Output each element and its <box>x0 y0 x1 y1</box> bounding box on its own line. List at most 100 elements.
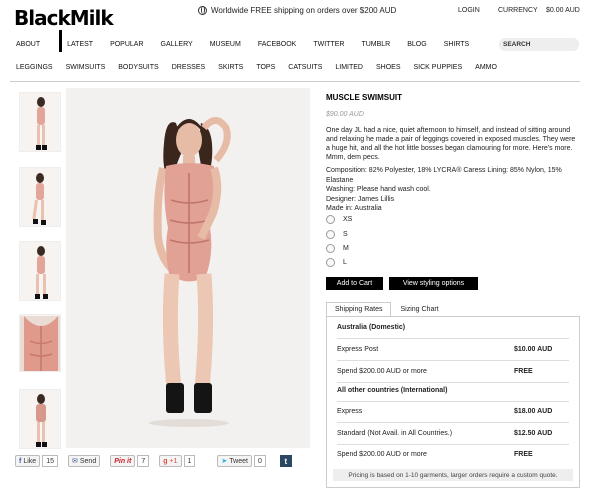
like-label: Like <box>23 457 37 465</box>
tab-sizing-chart[interactable]: Sizing Chart <box>391 302 448 316</box>
model-figure-thumb <box>36 97 47 150</box>
product-thumbnail[interactable] <box>19 92 61 152</box>
nav-skirts[interactable]: SKIRTS <box>218 64 243 71</box>
tweet-count: 0 <box>253 455 266 467</box>
shipping-value: $12.50 AUD <box>514 430 553 437</box>
designer-text: Designer: James Lillis <box>326 195 395 203</box>
model-figure-thumb <box>36 394 47 447</box>
shipping-label: Spend $200.00 AUD or more <box>337 368 427 375</box>
facebook-send-button[interactable]: ✉ Send <box>67 455 101 467</box>
shipping-rates-panel: Australia (Domestic) Express Post $10.00 … <box>326 316 580 488</box>
product-description: One day JL had a nice, quiet afternoon t… <box>326 127 576 161</box>
size-option-l[interactable]: L <box>326 258 347 267</box>
shipping-label: All other countries (International) <box>337 387 448 394</box>
currency-link[interactable]: CURRENCY <box>498 7 538 14</box>
gplus-icon: g <box>163 457 168 465</box>
social-bar: f Like 15 ✉ Send Pin it 7 g +1 1 ➤ Tweet 0 t <box>15 455 292 467</box>
model-figure-thumb <box>32 173 46 225</box>
nav-catsuits[interactable]: CATSUITS <box>288 64 322 71</box>
size-option-m[interactable]: M <box>326 244 349 253</box>
nav-sick-puppies[interactable]: SICK PUPPIES <box>414 64 463 71</box>
nav-blog[interactable]: BLOG <box>407 41 426 48</box>
header-divider <box>10 81 580 82</box>
product-title: MUSCLE SWIMSUIT <box>326 93 402 102</box>
product-thumbnail[interactable] <box>19 314 61 372</box>
pricing-note: Pricing is based on 1-10 garments, large… <box>333 469 573 481</box>
nav-tumblr[interactable]: TUMBLR <box>361 41 390 48</box>
tumblr-share-icon[interactable]: t <box>279 455 292 467</box>
cart-link[interactable]: $0.00 AUD <box>546 7 580 14</box>
google-plus-button[interactable]: g +1 <box>159 455 182 467</box>
radio-button[interactable] <box>326 244 335 253</box>
shipping-value: $18.00 AUD <box>514 408 553 415</box>
size-option-xs[interactable]: XS <box>326 215 352 224</box>
made-in-text: Made in: Australia <box>326 205 382 212</box>
shipping-text: Worldwide FREE shipping on orders over $… <box>211 6 397 15</box>
search-input[interactable]: SEARCH <box>499 38 579 51</box>
shipping-value: FREE <box>514 368 533 375</box>
nav-twitter[interactable]: TWITTER <box>313 41 344 48</box>
composition-text: Composition: 82% Polyester, 18% LYCRA® C… <box>326 167 562 184</box>
gplus-label: +1 <box>169 457 178 465</box>
gplus-count: 1 <box>183 455 196 467</box>
nav-facebook[interactable]: FACEBOOK <box>258 41 297 48</box>
product-details: Composition: 82% Polyester, 18% LYCRA® C… <box>326 166 580 214</box>
add-to-cart-button[interactable]: Add to Cart <box>326 277 383 290</box>
shipping-value: $10.00 AUD <box>514 346 553 353</box>
nav-about[interactable]: ABOUT <box>16 41 40 48</box>
shipping-label: Express <box>337 408 363 415</box>
tweet-label: Tweet <box>229 457 248 465</box>
nav-gallery[interactable]: GALLERY <box>161 41 193 48</box>
pin-count: 7 <box>137 455 150 467</box>
shipping-row: All other countries (International) <box>337 380 569 402</box>
shipping-row: Express Post $10.00 AUD <box>337 339 569 361</box>
nav-museum[interactable]: MUSEUM <box>210 41 241 48</box>
nav-ammo[interactable]: AMMO <box>475 64 497 71</box>
like-count: 15 <box>42 455 58 467</box>
pin-label: Pin it <box>114 457 132 465</box>
shipping-label: Spend $200.00 AUD or more <box>337 450 427 458</box>
nav-latest[interactable]: LATEST <box>67 41 93 48</box>
product-price: $90.00 AUD <box>326 111 364 118</box>
tab-shipping-rates[interactable]: Shipping Rates <box>326 302 392 316</box>
shipping-row: Australia (Domestic) <box>337 317 569 339</box>
pinterest-button[interactable]: Pin it <box>110 455 136 467</box>
info-tabs: Shipping Rates Sizing Chart <box>326 302 448 316</box>
main-nav: ABOUT LATEST POPULAR GALLERY MUSEUM FACE… <box>16 41 486 48</box>
product-thumbnail[interactable] <box>19 389 61 449</box>
nav-swimsuits[interactable]: SWIMSUITS <box>66 64 106 71</box>
nav-shoes[interactable]: SHOES <box>376 64 401 71</box>
radio-button[interactable] <box>326 215 335 224</box>
view-styling-button[interactable]: View styling options <box>389 277 478 290</box>
blackmilk-logo[interactable]: BlackMilk <box>14 6 114 30</box>
fabric-closeup-thumb <box>20 316 60 371</box>
nav-dresses[interactable]: DRESSES <box>172 64 205 71</box>
login-link[interactable]: LOGIN <box>458 7 480 14</box>
nav-shirts[interactable]: SHIRTS <box>444 41 470 48</box>
tweet-button[interactable]: ➤ Tweet <box>217 455 252 467</box>
model-figure-thumb <box>35 246 48 299</box>
nav-leggings[interactable]: LEGGINGS <box>16 64 53 71</box>
nav-tops[interactable]: TOPS <box>256 64 275 71</box>
radio-button[interactable] <box>326 230 335 239</box>
send-icon: ✉ <box>71 458 78 465</box>
product-thumbnail[interactable] <box>19 167 61 227</box>
radio-button[interactable] <box>326 258 335 267</box>
size-label: XS <box>343 216 353 223</box>
size-option-s[interactable]: S <box>326 230 348 239</box>
shipping-label: Australia (Domestic) <box>337 324 406 331</box>
size-label: S <box>343 231 348 238</box>
thumbs-up-icon: f <box>19 457 22 465</box>
washing-text: Washing: Please hand wash cool. <box>326 186 431 193</box>
shipping-row: Standard (Not Avail. in All Countries.) $… <box>337 423 569 445</box>
facebook-like-button[interactable]: f Like <box>15 455 41 467</box>
nav-bodysuits[interactable]: BODYSUITS <box>118 64 158 71</box>
nav-limited[interactable]: LIMITED <box>335 64 363 71</box>
globe-icon <box>198 6 207 15</box>
product-main-image[interactable] <box>66 88 310 448</box>
shipping-row: Express $18.00 AUD <box>337 401 569 423</box>
product-thumbnail[interactable] <box>19 241 61 301</box>
nav-popular[interactable]: POPULAR <box>110 41 143 48</box>
model-figure <box>149 117 231 427</box>
size-label: M <box>343 245 349 252</box>
